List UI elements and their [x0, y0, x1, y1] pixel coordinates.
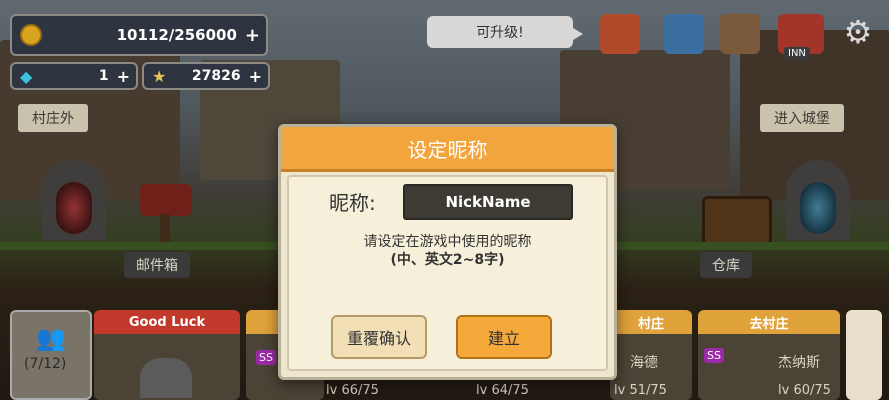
sign-enter-castle[interactable]: 进入城堡 [760, 104, 844, 132]
star-icon: ★ [152, 66, 167, 86]
dialog-title: 设定昵称 [281, 127, 614, 172]
gold-bar[interactable]: 10112/256000 + [10, 14, 268, 56]
forge-icon[interactable] [600, 14, 640, 54]
hero-level: lv 66/75 [326, 383, 379, 398]
mailbox-label[interactable]: 邮件箱 [124, 252, 190, 278]
star-bar[interactable]: ★ 27826 + [142, 62, 270, 90]
village-header: 村庄 [610, 310, 692, 334]
create-button[interactable]: 建立 [456, 315, 552, 359]
side-card[interactable] [846, 310, 882, 400]
star-amount: 27826 [191, 68, 241, 84]
hero-level: lv 51/75 [614, 383, 667, 398]
hero-name: 杰纳斯 [778, 355, 820, 371]
good-luck-header: Good Luck [94, 310, 240, 334]
upgrade-tooltip: 可升级! [427, 16, 583, 48]
add-gem-button[interactable]: + [117, 67, 130, 86]
party-count-card[interactable]: 👥 (7/12) [10, 310, 92, 400]
gear-icon[interactable]: ⚙ [840, 14, 876, 50]
hero-level: lv 64/75 [476, 383, 529, 398]
ss-badge: SS [256, 350, 276, 365]
coin-icon [20, 24, 42, 46]
party-icon: 👥 [36, 324, 66, 352]
gem-bar[interactable]: ◆ 1 + [10, 62, 138, 90]
gold-amount: 10112/256000 [116, 26, 237, 44]
gem-cart-icon[interactable] [720, 14, 760, 54]
nickname-input[interactable]: NickName [403, 184, 573, 220]
hero-name: 海德 [630, 355, 658, 371]
nickname-instructions: 请设定在游戏中使用的昵称 [363, 234, 532, 250]
nickname-length-hint: (中、英文2~8字) [390, 252, 505, 268]
add-star-button[interactable]: + [249, 67, 262, 86]
diamond-icon: ◆ [20, 66, 33, 86]
inn-icon[interactable]: INN [778, 14, 824, 60]
knight-helmet-icon [140, 358, 192, 398]
good-luck-card[interactable]: Good Luck [94, 310, 240, 400]
gem-amount: 1 [98, 68, 109, 84]
ss-badge: SS [704, 348, 724, 363]
inn-label: INN [784, 47, 810, 60]
go-village-header: 去村庄 [698, 310, 840, 334]
hero-level: lv 60/75 [778, 383, 831, 398]
warehouse-label[interactable]: 仓库 [700, 252, 752, 278]
party-count: (7/12) [24, 356, 67, 372]
shop-icon[interactable] [664, 14, 704, 54]
add-gold-button[interactable]: + [245, 25, 260, 46]
nickname-dialog: 设定昵称 昵称: NickName 请设定在游戏中使用的昵称 (中、英文2~8字… [278, 124, 617, 380]
nickname-label: 昵称: [329, 191, 376, 215]
sign-village-outside[interactable]: 村庄外 [18, 104, 88, 132]
confirm-button[interactable]: 重覆确认 [331, 315, 427, 359]
